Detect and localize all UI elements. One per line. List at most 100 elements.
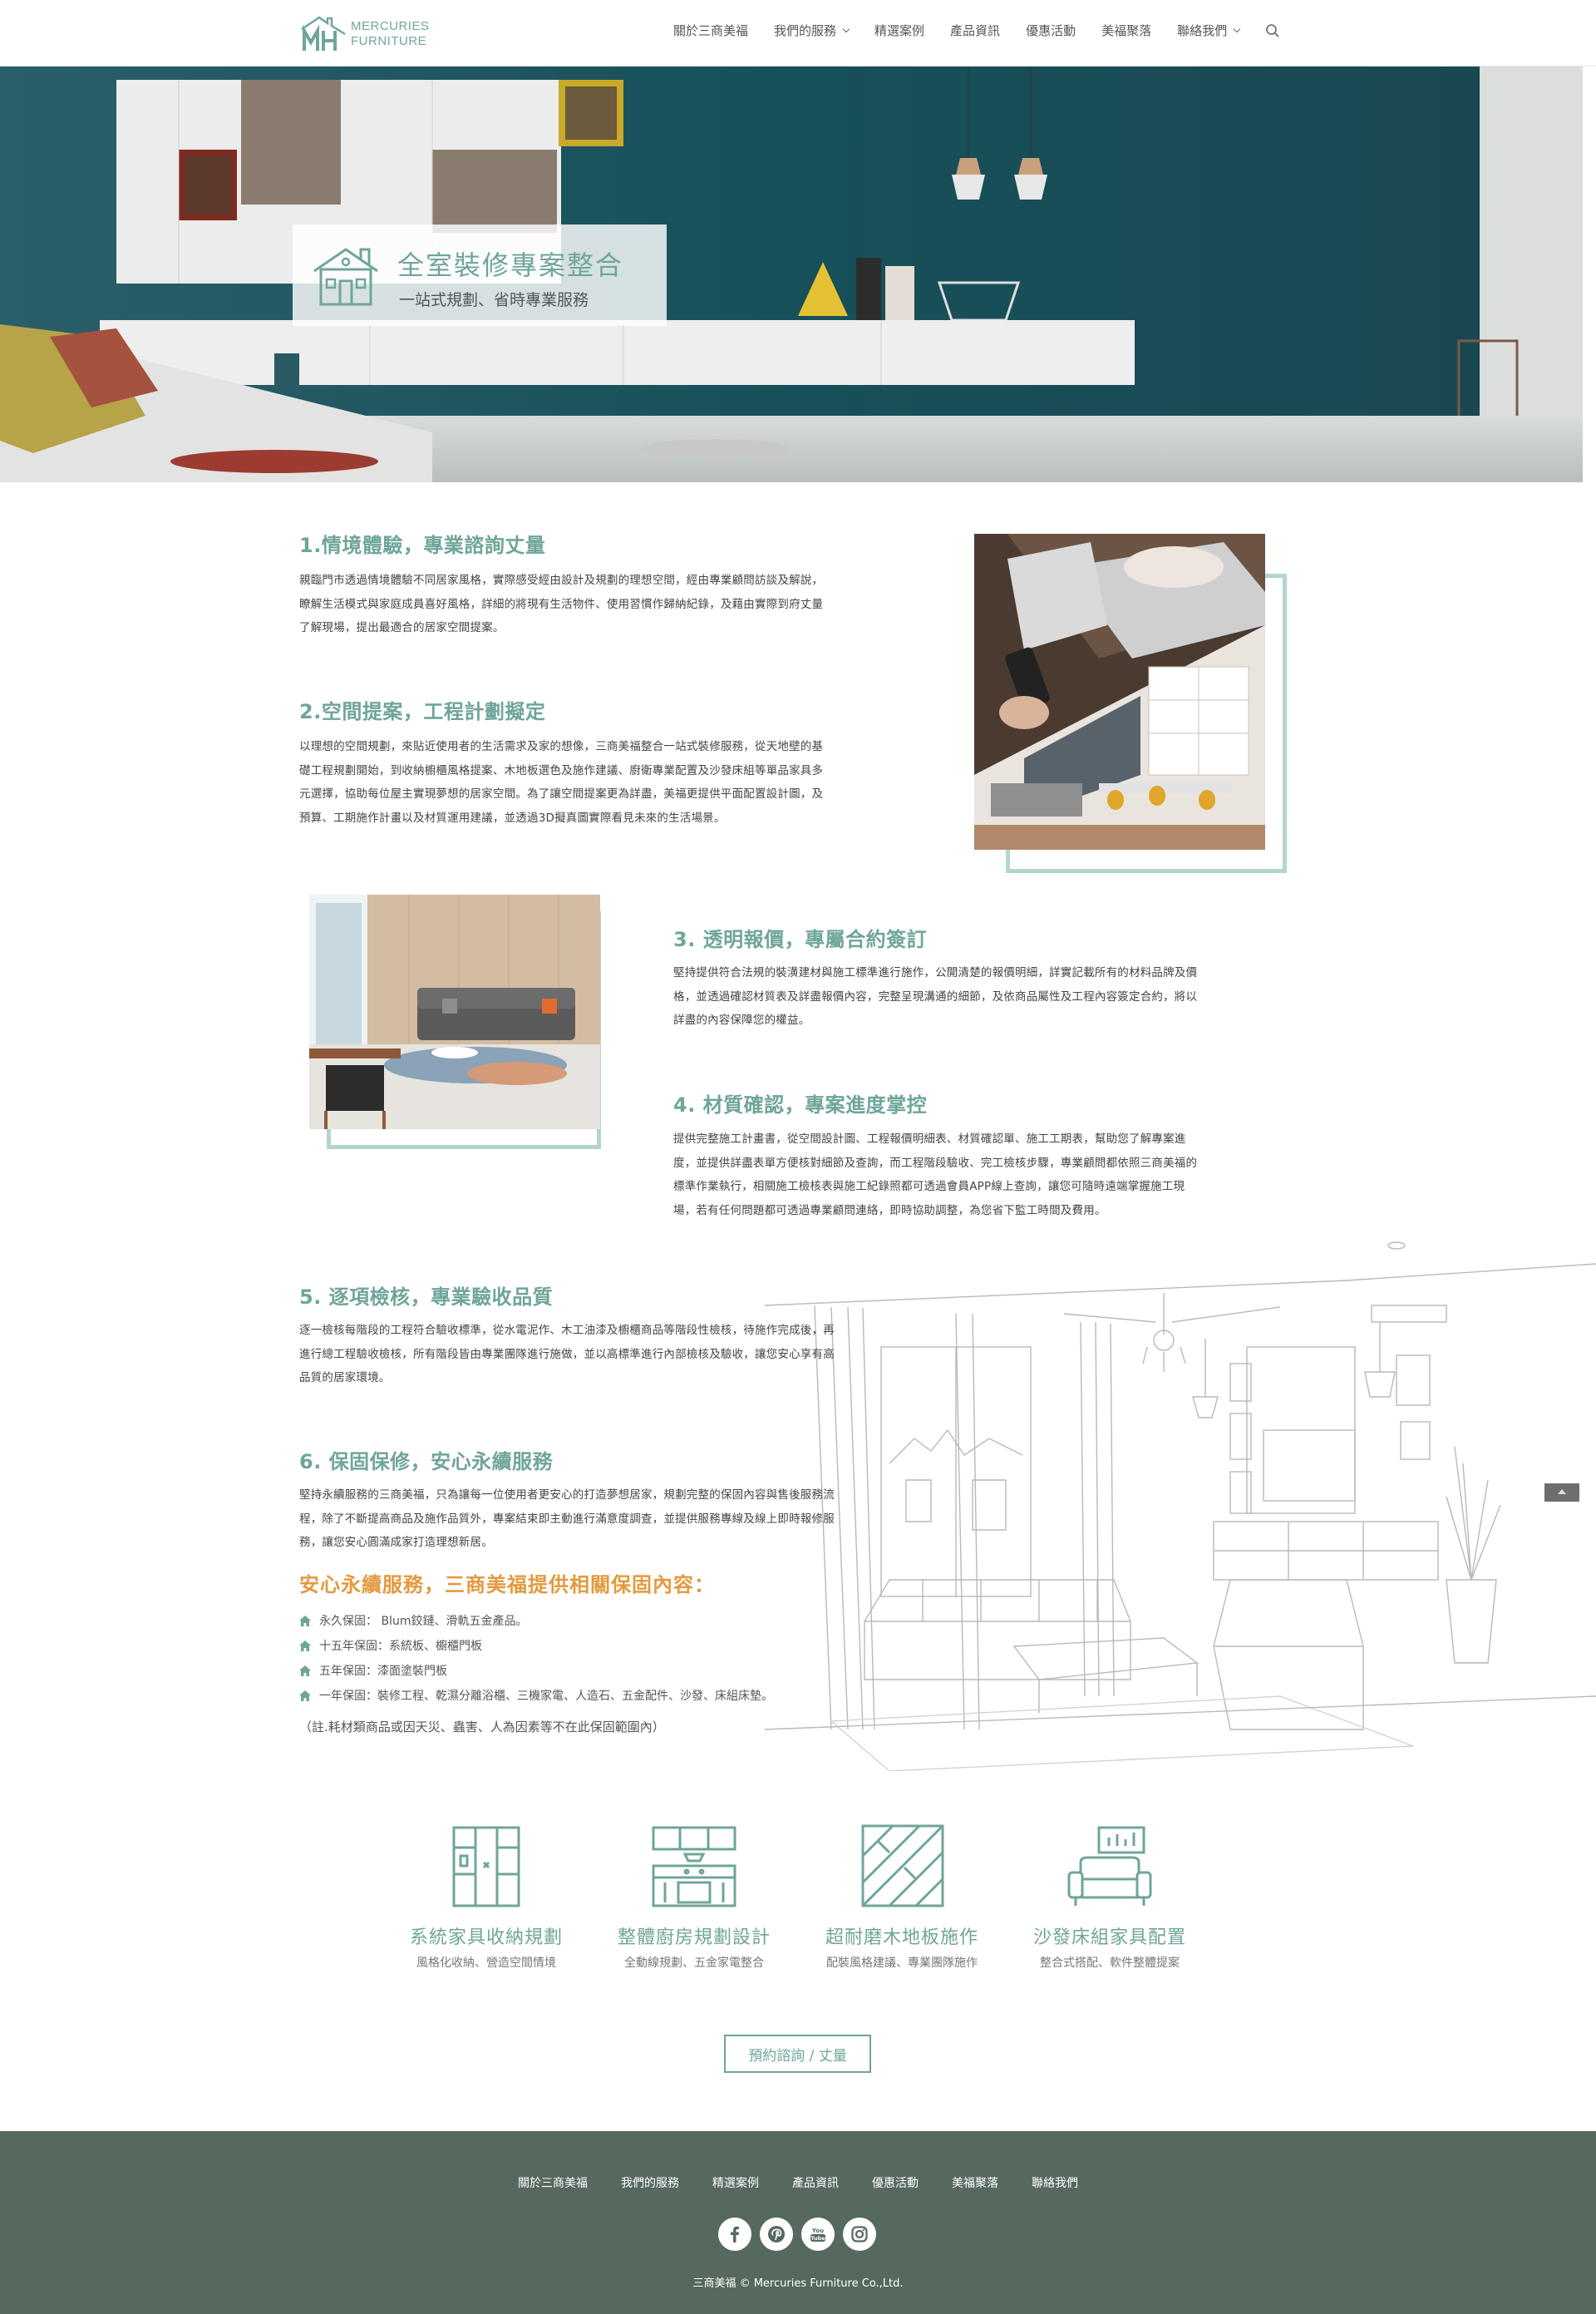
- living-room-photo: [309, 895, 600, 1129]
- list-item: 永久保固： Blum鉸鏈、滑軌五金產品。: [299, 1608, 773, 1633]
- section-5-body: 逐一檢核每階段的工程符合驗收標準，從水電泥作、木工油漆及櫥櫃商品等階段性檢核，待…: [299, 1319, 931, 1390]
- guarantee-title: 安心永續服務，三商美福提供相關保固內容：: [299, 1573, 715, 1596]
- guarantee-item-text: 五年保固：漆面塗裝門板: [319, 1665, 447, 1678]
- section-3-body: 堅持提供符合法規的裝潢建材與施工標準進行施作，公開清楚的報價明細，詳實記載所有的…: [673, 961, 1297, 1033]
- nav-item-contact[interactable]: 聯絡我們: [1177, 22, 1241, 39]
- body-line: 元選擇，協助每位屋主實現夢想的居家空間。為了讓空間提案更為詳盡，美福更提供平面配…: [299, 787, 824, 801]
- logo-line1: MERCURIES: [351, 19, 430, 33]
- footer-link-contact[interactable]: 聯絡我們: [1032, 2174, 1078, 2191]
- body-line: 場，若有任何問題都可透過專業顧問連絡，即時協助調整，為您省下監工時間及費用。: [673, 1203, 1106, 1217]
- nav-item-services[interactable]: 我們的服務: [774, 22, 850, 39]
- list-item: 一年保固：裝修工程、乾濕分離浴櫃、三機家電、人造石、五金配件、沙發、床組床墊。: [299, 1683, 773, 1708]
- chevron-down-icon: [1233, 25, 1241, 32]
- body-line: 程，除了不斷提高商品及施作品質外，專案結束即主動進行滿意度調查，並提供服務專線及…: [299, 1512, 835, 1526]
- hero-title: 全室裝修專案整合: [397, 249, 624, 281]
- body-line: 瞭解生活模式與家庭成員喜好風格，詳細的將現有生活物件、使用習慣作歸納紀錄，及藉由…: [299, 597, 824, 611]
- house-icon: [313, 248, 378, 306]
- service-title: 系統家具收納規劃: [409, 1927, 563, 1948]
- footer-link-services[interactable]: 我們的服務: [621, 2174, 679, 2191]
- section-2-body: 以理想的空間規劃，來貼近使用者的生活需求及家的想像，三商美福整合一站式裝修服務，…: [299, 735, 914, 830]
- service-cabinet[interactable]: 系統家具收納規劃 風格化收納、營造空間情境: [382, 1823, 590, 1971]
- logo-line2: FURNITURE: [351, 34, 427, 48]
- footer-link-about[interactable]: 關於三商美福: [518, 2174, 588, 2191]
- body-line: 品質的居家環境。: [299, 1371, 391, 1384]
- section-5-title: 5. 逐項檢核，專業驗收品質: [299, 1285, 554, 1309]
- instagram-button[interactable]: [843, 2218, 876, 2251]
- hero-image: [0, 67, 1583, 482]
- copyright: 三商美福 © Mercuries Furniture Co.,Ltd.: [692, 2277, 904, 2290]
- footer-link-community[interactable]: 美福聚落: [952, 2174, 998, 2191]
- body-line: 進行總工程驗收檢核，所有階段皆由專業團隊進行施做，並以高標準進行內部檢核及驗收，…: [299, 1347, 835, 1361]
- service-kitchen[interactable]: 整體廚房規劃設計 全動線規劃、五金家電整合: [590, 1823, 798, 1971]
- svg-text:You: You: [811, 2228, 824, 2234]
- nav-label: 優惠活動: [1026, 23, 1076, 38]
- scroll-to-top-button[interactable]: [1544, 1483, 1579, 1502]
- service-sofa[interactable]: 沙發床組家具配置 整合式搭配、軟件整體提案: [1006, 1823, 1214, 1971]
- logo-mark-icon: [301, 16, 346, 51]
- nav-label: 美福聚落: [1101, 23, 1152, 38]
- body-line: 親臨門市透過情境體驗不同居家風格，實際感受經由設計及規劃的理想空間，經由專業顧問…: [299, 574, 824, 587]
- body-line: 務，讓您安心圓滿成家打造理想新居。: [299, 1536, 493, 1549]
- body-line: 標準作業執行，相關施工檢核表與施工紀錄照都可透過會員APP線上查詢，讓您可隨時遠…: [673, 1180, 1185, 1193]
- footer-link-cases[interactable]: 精選案例: [712, 2174, 759, 2191]
- body-line: 逐一檢核每階段的工程符合驗收標準，從水電泥作、木工油漆及櫥櫃商品等階段性檢核，待…: [299, 1324, 835, 1337]
- logo[interactable]: MERCURIES FURNITURE: [299, 13, 432, 55]
- home-bullet-icon: [299, 1615, 311, 1626]
- booking-consultation-button[interactable]: 預約諮詢 / 丈量: [724, 2035, 871, 2073]
- search-icon[interactable]: [1265, 23, 1280, 38]
- nav-label: 關於三商美福: [673, 23, 749, 38]
- facebook-icon: [731, 2226, 739, 2242]
- guarantee-note: （註.耗材類商品或因天災、蟲害、人為因素等不在此保固範圍內）: [299, 1719, 665, 1734]
- hero-subtitle: 一站式規劃、省時專業服務: [399, 291, 589, 309]
- guarantee-item-text: 一年保固：裝修工程、乾濕分離浴櫃、三機家電、人造石、五金配件、沙發、床組床墊。: [319, 1690, 773, 1703]
- social-links: You Tube: [718, 2218, 876, 2251]
- facebook-button[interactable]: [718, 2218, 751, 2251]
- hero-banner: 全室裝修專案整合 一站式規劃、省時專業服務: [0, 67, 1583, 482]
- nav-label: 聯絡我們: [1177, 23, 1228, 38]
- service-subtitle: 風格化收納、營造空間情境: [416, 1956, 556, 1970]
- service-subtitle: 配裝風格建議、專業團隊施作: [826, 1956, 978, 1970]
- body-line: 堅持永續服務的三商美福，只為讓每一位使用者更安心的打造夢想居家，規劃完整的保固內…: [299, 1488, 835, 1502]
- pinterest-button[interactable]: [760, 2218, 793, 2251]
- instagram-icon: [851, 2226, 868, 2242]
- nav-label: 精選案例: [874, 23, 925, 38]
- kitchen-icon: [652, 1826, 736, 1907]
- body-line: 格，並透過確認材質表及詳盡報價內容，完整呈現溝通的細節，及依商品屬性及工程內容簽…: [673, 989, 1198, 1004]
- guarantee-item-text: 永久保固： Blum鉸鏈、滑軌五金產品。: [319, 1615, 528, 1628]
- section-3-title: 3. 透明報價，專屬合約簽訂: [673, 928, 928, 951]
- nav-label: 我們的服務: [774, 23, 837, 38]
- home-bullet-icon: [299, 1640, 311, 1651]
- service-flooring[interactable]: 超耐磨木地板施作 配裝風格建議、專業團隊施作: [798, 1823, 1006, 1971]
- youtube-button[interactable]: You Tube: [801, 2218, 835, 2251]
- nav-item-products[interactable]: 產品資訊: [950, 22, 1000, 39]
- section-4-body: 提供完整施工計畫書，從空間設計圖、工程報價明細表、材質確認單、施工工期表，幫助您…: [673, 1127, 1297, 1222]
- section-1-body: 親臨門市透過情境體驗不同居家風格，實際感受經由設計及規劃的理想空間，經由專業顧問…: [299, 569, 914, 640]
- nav-item-cases[interactable]: 精選案例: [874, 22, 924, 39]
- wood-floor-icon: [861, 1824, 944, 1907]
- body-line: 度，並提供詳盡表單方便核對細節及查詢，而工程階段驗收、完工檢核步驟，專業顧問都依…: [673, 1156, 1198, 1170]
- chevron-down-icon: [842, 25, 850, 32]
- cabinet-icon: [452, 1826, 520, 1907]
- collage-image: [974, 534, 1265, 850]
- section-2-title: 2.空間提案，工程計劃擬定: [299, 700, 546, 723]
- body-line: 以理想的空間規劃，來貼近使用者的生活需求及家的想像，三商美福整合一站式裝修服務，…: [299, 740, 824, 753]
- youtube-icon: YouTube: [810, 2228, 825, 2242]
- section-6-title: 6. 保固保修，安心永續服務: [299, 1450, 554, 1473]
- footer-link-promotions[interactable]: 優惠活動: [872, 2174, 919, 2191]
- service-title: 超耐磨木地板施作: [825, 1927, 978, 1948]
- site-header: MERCURIES FURNITURE 關於三商美福 我們的服務 精選案例 產品…: [0, 0, 1596, 67]
- laptop-living-photo: [974, 534, 1265, 850]
- nav-item-community[interactable]: 美福聚落: [1101, 22, 1151, 39]
- service-title: 整體廚房規劃設計: [617, 1927, 771, 1948]
- body-line: 堅持提供符合法規的裝潢建材與施工標準進行施作，公開清楚的報價明細，詳實記載所有的…: [673, 966, 1198, 979]
- nav-item-about[interactable]: 關於三商美福: [673, 22, 748, 39]
- sofa-icon: [1067, 1826, 1152, 1906]
- site-footer: 關於三商美福 我們的服務 精選案例 產品資訊 優惠活動 美福聚落 聯絡我們 Yo…: [0, 2131, 1596, 2314]
- footer-link-products[interactable]: 產品資訊: [792, 2174, 839, 2191]
- home-bullet-icon: [299, 1690, 311, 1701]
- svg-text:Tube: Tube: [810, 2235, 825, 2242]
- guarantee-item-text: 十五年保固：系統板、櫥櫃門板: [319, 1640, 482, 1653]
- nav-item-promotions[interactable]: 優惠活動: [1026, 22, 1076, 39]
- living-room-image: [309, 895, 600, 1129]
- body-line: 提供完整施工計畫書，從空間設計圖、工程報價明細表、材質確認單、施工工期表，幫助您…: [673, 1132, 1186, 1146]
